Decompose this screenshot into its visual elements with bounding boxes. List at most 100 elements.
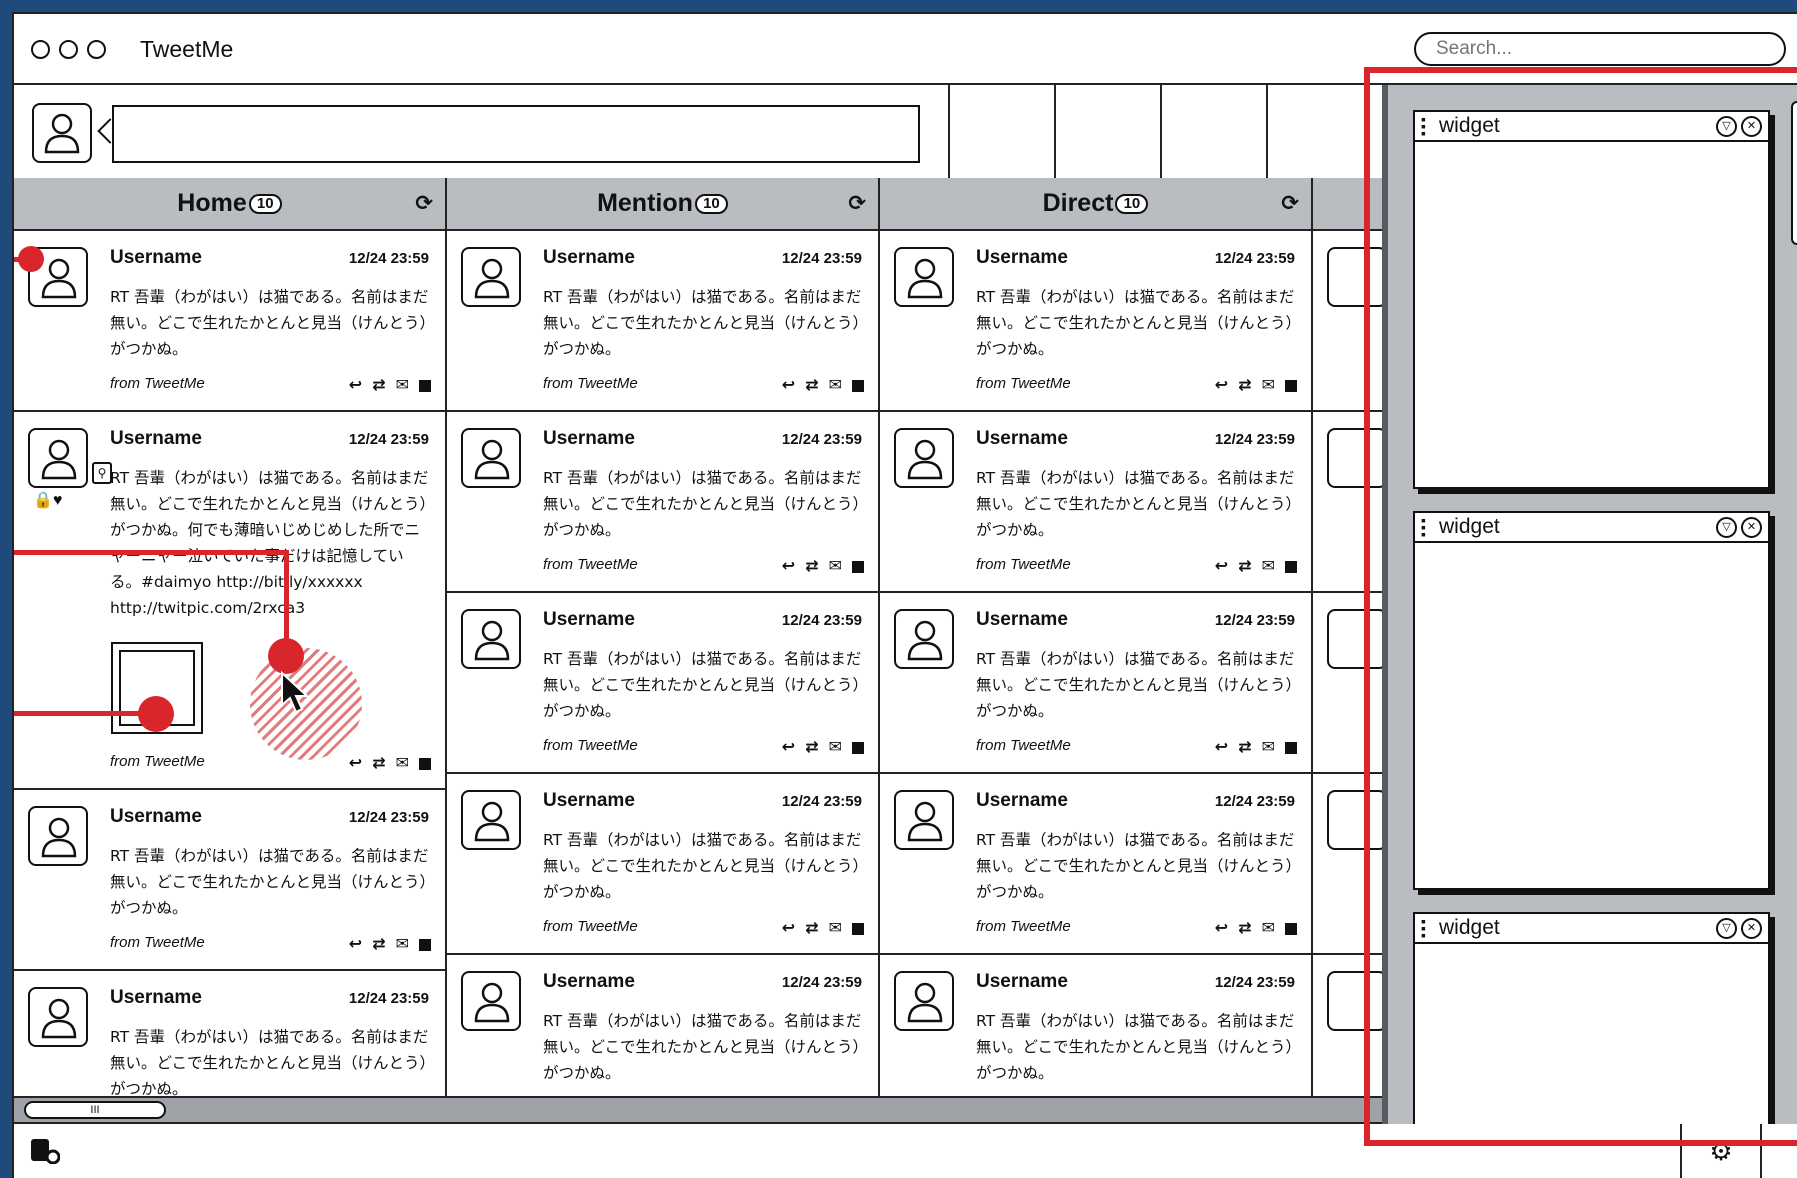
widget-header[interactable]: ▪ ▪ ▪ widget ▽ ✕	[1415, 513, 1768, 543]
mail-icon[interactable]: ✉	[396, 378, 409, 394]
close-icon[interactable]: ✕	[1741, 116, 1762, 137]
drag-handle-icon[interactable]: ▪ ▪ ▪	[1421, 513, 1427, 541]
tweet-item[interactable]	[1313, 593, 1382, 774]
retweet-icon[interactable]: ⇄	[1238, 921, 1251, 937]
widget-header[interactable]: ▪ ▪ ▪ widget ▽ ✕	[1415, 914, 1768, 944]
avatar[interactable]	[461, 971, 521, 1031]
tweet-item[interactable]	[1313, 412, 1382, 593]
reply-icon[interactable]: ↩	[349, 378, 362, 394]
mail-icon[interactable]: ✉	[829, 559, 842, 575]
tweet-item[interactable]: Username 12/24 23:59 RT 吾輩（わがはい）は猫である。名前…	[880, 231, 1311, 412]
refresh-icon[interactable]: ⟳	[1281, 191, 1299, 216]
tweet-username[interactable]: Username	[976, 428, 1068, 450]
my-avatar[interactable]	[32, 103, 92, 163]
avatar[interactable]	[894, 790, 954, 850]
more-icon[interactable]	[852, 380, 864, 392]
reply-icon[interactable]: ↩	[1215, 378, 1228, 394]
mail-icon[interactable]: ✉	[829, 740, 842, 756]
tweet-username[interactable]: Username	[110, 247, 202, 269]
tweet-item[interactable]: Username 12/24 23:59 RT 吾輩（わがはい）は猫である。名前…	[447, 231, 878, 412]
compose-tab-3[interactable]	[1160, 85, 1266, 178]
retweet-icon[interactable]: ⇄	[805, 378, 818, 394]
tweet-username[interactable]: Username	[976, 247, 1068, 269]
retweet-icon[interactable]: ⇄	[1238, 559, 1251, 575]
tweet-username[interactable]: Username	[543, 971, 635, 993]
close-window-button[interactable]	[31, 40, 50, 59]
maximize-window-button[interactable]	[87, 40, 106, 59]
tweet-username[interactable]: Username	[543, 609, 635, 631]
retweet-icon[interactable]: ⇄	[372, 756, 385, 772]
mail-icon[interactable]: ✉	[829, 921, 842, 937]
more-icon[interactable]	[1285, 742, 1297, 754]
settings-gear-icon[interactable]: ⚙	[1680, 1124, 1762, 1178]
tweet-item[interactable]	[1313, 955, 1382, 1096]
side-panel-tab[interactable]	[1791, 101, 1797, 245]
tweet-item[interactable]: Username 12/24 23:59 RT 吾輩（わがはい）は猫である。名前…	[880, 412, 1311, 593]
more-icon[interactable]	[419, 939, 431, 951]
reply-icon[interactable]: ↩	[349, 756, 362, 772]
tweet-username[interactable]: Username	[110, 987, 202, 1009]
retweet-icon[interactable]: ⇄	[805, 740, 818, 756]
avatar[interactable]	[1327, 247, 1382, 307]
avatar[interactable]	[894, 247, 954, 307]
scrollbar-thumb[interactable]: III	[24, 1101, 166, 1119]
minimize-window-button[interactable]	[59, 40, 78, 59]
tweet-item-expanded[interactable]: ⚲ 🔒♥ Username 12/24 23:59 RT 吾輩（わがはい）は猫で…	[14, 412, 445, 790]
mail-icon[interactable]: ✉	[829, 378, 842, 394]
tweet-item[interactable]: Username 12/24 23:59 RT 吾輩（わがはい）は猫である。名前…	[447, 593, 878, 774]
widget-header[interactable]: ▪ ▪ ▪ widget ▽ ✕	[1415, 112, 1768, 142]
horizontal-scrollbar[interactable]: III	[14, 1096, 1382, 1124]
avatar[interactable]	[1327, 971, 1382, 1031]
retweet-icon[interactable]: ⇄	[1238, 740, 1251, 756]
reply-icon[interactable]: ↩	[1215, 921, 1228, 937]
reply-icon[interactable]: ↩	[349, 937, 362, 953]
tweet-username[interactable]: Username	[976, 971, 1068, 993]
mail-icon[interactable]: ✉	[1262, 559, 1275, 575]
avatar[interactable]	[461, 247, 521, 307]
compose-tab-4[interactable]	[1266, 85, 1382, 178]
retweet-icon[interactable]: ⇄	[805, 921, 818, 937]
avatar[interactable]	[1327, 790, 1382, 850]
more-icon[interactable]	[1285, 561, 1297, 573]
tweet-item[interactable]: Username 12/24 23:59 RT 吾輩（わがはい）は猫である。名前…	[14, 790, 445, 971]
tweet-username[interactable]: Username	[976, 609, 1068, 631]
mail-icon[interactable]: ✉	[1262, 921, 1275, 937]
collapse-icon[interactable]: ▽	[1716, 918, 1737, 939]
compose-tab-1[interactable]	[948, 85, 1054, 178]
mail-icon[interactable]: ✉	[396, 937, 409, 953]
collapse-icon[interactable]: ▽	[1716, 517, 1737, 538]
tweet-item[interactable]: Username 12/24 23:59 RT 吾輩（わがはい）は猫である。名前…	[447, 412, 878, 593]
tweet-username[interactable]: Username	[543, 247, 635, 269]
tweet-item[interactable]	[1313, 231, 1382, 412]
avatar[interactable]	[461, 609, 521, 669]
compose-tab-2[interactable]	[1054, 85, 1160, 178]
tweet-item[interactable]: Username 12/24 23:59 RT 吾輩（わがはい）は猫である。名前…	[14, 971, 445, 1096]
collapse-icon[interactable]: ▽	[1716, 116, 1737, 137]
reply-icon[interactable]: ↩	[782, 921, 795, 937]
avatar[interactable]	[894, 971, 954, 1031]
tweet-item[interactable]: Username 12/24 23:59 RT 吾輩（わがはい）は猫である。名前…	[880, 955, 1311, 1096]
refresh-icon[interactable]: ⟳	[415, 191, 433, 216]
retweet-icon[interactable]: ⇄	[372, 378, 385, 394]
reply-icon[interactable]: ↩	[782, 378, 795, 394]
tweet-item[interactable]	[1313, 774, 1382, 955]
more-icon[interactable]	[852, 742, 864, 754]
reply-icon[interactable]: ↩	[782, 559, 795, 575]
tweet-item[interactable]: Username 12/24 23:59 RT 吾輩（わがはい）は猫である。名前…	[880, 593, 1311, 774]
retweet-icon[interactable]: ⇄	[1238, 378, 1251, 394]
tweet-username[interactable]: Username	[543, 790, 635, 812]
retweet-icon[interactable]: ⇄	[372, 937, 385, 953]
avatar[interactable]	[28, 987, 88, 1047]
tweet-username[interactable]: Username	[543, 428, 635, 450]
reply-icon[interactable]: ↩	[1215, 740, 1228, 756]
close-icon[interactable]: ✕	[1741, 918, 1762, 939]
avatar[interactable]	[461, 428, 521, 488]
close-icon[interactable]: ✕	[1741, 517, 1762, 538]
mail-icon[interactable]: ✉	[396, 756, 409, 772]
mail-icon[interactable]: ✉	[1262, 740, 1275, 756]
more-icon[interactable]	[419, 758, 431, 770]
avatar[interactable]	[28, 806, 88, 866]
drag-handle-icon[interactable]: ▪ ▪ ▪	[1421, 914, 1427, 942]
avatar[interactable]	[461, 790, 521, 850]
tweet-item[interactable]: Username 12/24 23:59 RT 吾輩（わがはい）は猫である。名前…	[14, 231, 445, 412]
